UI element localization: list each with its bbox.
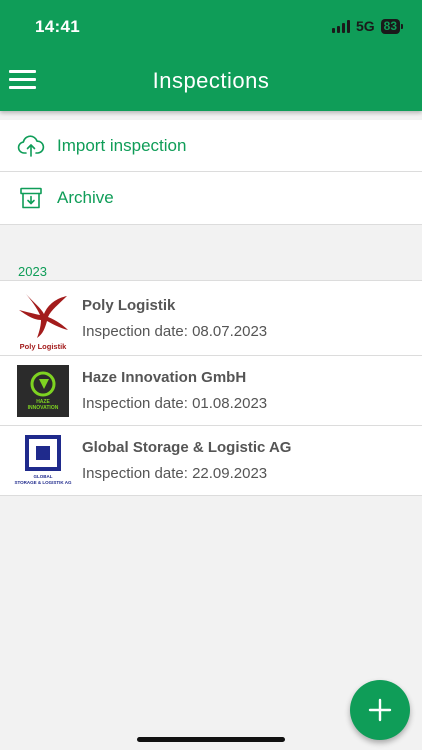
archive-button[interactable]: Archive xyxy=(0,172,422,225)
company-name: Global Storage & Logistic AG xyxy=(82,439,292,456)
actions-list: Import inspection Archive xyxy=(0,120,422,225)
import-inspection-label: Import inspection xyxy=(57,135,187,155)
poly-logistik-logo-text: Poly Logistik xyxy=(19,342,67,351)
inspection-info: Poly Logistik Inspection date: 08.07.202… xyxy=(82,297,267,340)
status-time: 14:41 xyxy=(35,17,80,36)
home-indicator xyxy=(137,737,285,742)
add-inspection-button[interactable] xyxy=(350,680,410,740)
cloud-upload-icon xyxy=(17,132,45,160)
network-type: 5G xyxy=(355,18,375,34)
app-header: 14:41 5G 83 Inspections xyxy=(0,0,422,111)
inspection-date: Inspection date: 01.08.2023 xyxy=(82,395,268,412)
haze-innovation-logo: HAZE INNOVATION xyxy=(17,364,69,417)
archive-label: Archive xyxy=(57,188,114,207)
inspection-date: Inspection date: 22.09.2023 xyxy=(82,465,268,482)
list-item[interactable]: Poly Logistik Poly Logistik Inspection d… xyxy=(0,281,422,356)
poly-logistik-logo: Poly Logistik xyxy=(17,292,69,351)
archive-icon xyxy=(17,184,45,212)
status-indicators: 5G 83 xyxy=(331,18,404,34)
list-item[interactable]: GLOBAL STORAGE & LOGISTIK AG Global Stor… xyxy=(0,426,422,496)
import-inspection-button[interactable]: Import inspection xyxy=(0,120,422,172)
haze-logo-text-2: INNOVATION xyxy=(27,404,59,411)
global-logo-text-1: GLOBAL xyxy=(33,473,53,479)
company-name: Haze Innovation GmbH xyxy=(82,369,247,386)
section-year-label: 2023 xyxy=(18,264,47,279)
inspections-list: Poly Logistik Poly Logistik Inspection d… xyxy=(0,280,422,496)
inspection-date: Inspection date: 08.07.2023 xyxy=(82,322,268,340)
company-name: Poly Logistik xyxy=(82,296,176,314)
inspection-info: Global Storage & Logistic AG Inspection … xyxy=(82,439,291,482)
status-bar: 14:41 5G 83 xyxy=(0,0,422,54)
list-item[interactable]: HAZE INNOVATION Haze Innovation GmbH Ins… xyxy=(0,356,422,426)
signal-icon xyxy=(331,19,350,33)
inspection-info: Haze Innovation GmbH Inspection date: 01… xyxy=(82,369,267,412)
global-logo-text-2: STORAGE & LOGISTIK AG xyxy=(14,479,72,485)
battery-icon: 83 xyxy=(380,18,404,34)
global-storage-logo: GLOBAL STORAGE & LOGISTIK AG xyxy=(14,434,72,487)
page-title: Inspections xyxy=(152,68,270,93)
plus-icon xyxy=(368,698,392,722)
